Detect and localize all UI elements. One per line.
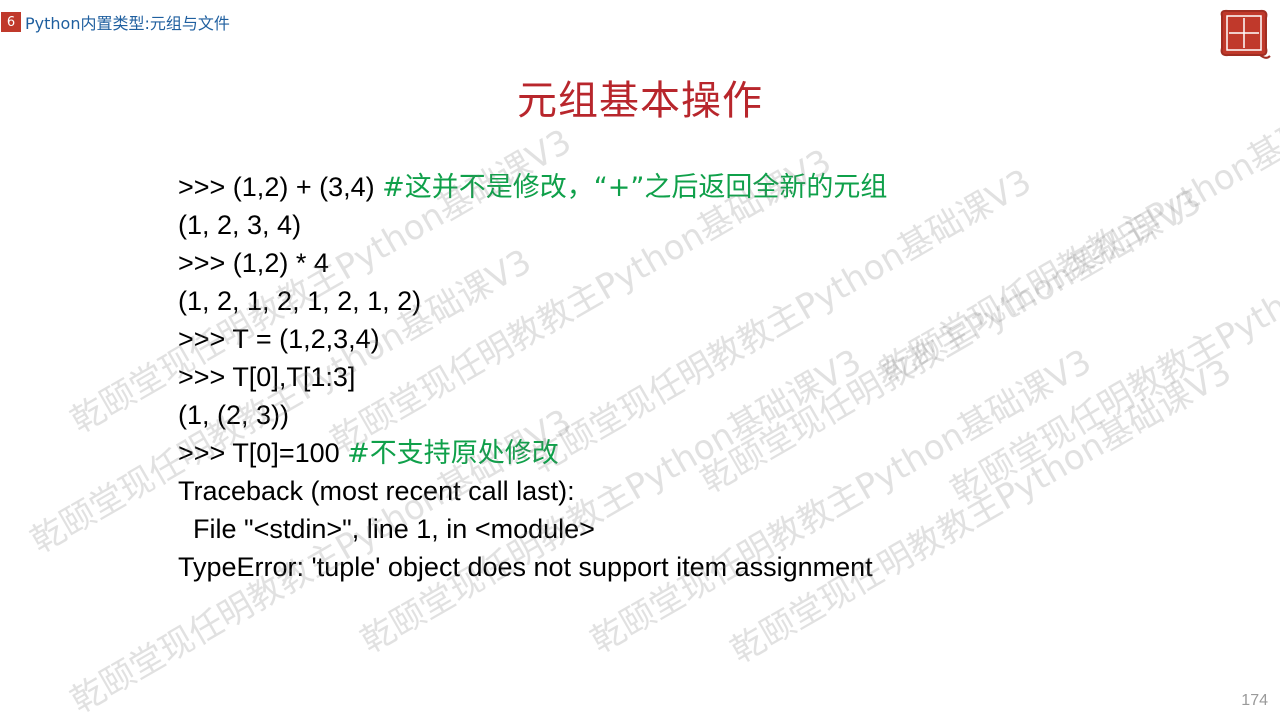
code-line: (1, (2, 3)) (178, 396, 887, 434)
seal-logo-icon (1216, 6, 1272, 62)
code-line: >>> T = (1,2,3,4) (178, 320, 887, 358)
code-block: >>> (1,2) + (3,4) #这并不是修改，“+”之后返回全新的元组 (1… (178, 168, 887, 586)
code-text: >>> T[0]=100 (178, 438, 348, 468)
code-text: >>> (1,2) + (3,4) (178, 172, 383, 202)
code-line: Traceback (most recent call last): (178, 472, 887, 510)
code-text: >>> T = (1,2,3,4) (178, 324, 380, 354)
code-line: >>> (1,2) * 4 (178, 244, 887, 282)
code-text: (1, 2, 3, 4) (178, 210, 302, 240)
watermark-text: 乾颐堂现任明教教主Python基础课V3 (944, 191, 1280, 512)
code-text: (1, 2, 1, 2, 1, 2, 1, 2) (178, 286, 422, 316)
slide-header: 6 Python内置类型:元组与文件 (0, 10, 230, 34)
code-text: File "<stdin>", line 1, in <module> (178, 514, 595, 544)
code-line: File "<stdin>", line 1, in <module> (178, 510, 887, 548)
code-text: (1, (2, 3)) (178, 400, 290, 430)
code-line: (1, 2, 1, 2, 1, 2, 1, 2) (178, 282, 887, 320)
code-comment: #这并不是修改，“+”之后返回全新的元组 (382, 172, 888, 203)
code-line: (1, 2, 3, 4) (178, 206, 887, 244)
code-text: >>> T[0],T[1:3] (178, 362, 356, 392)
page-number: 174 (1241, 692, 1268, 709)
code-line: TypeError: 'tuple' object does not suppo… (178, 548, 887, 586)
code-text: TypeError: 'tuple' object does not suppo… (178, 552, 873, 582)
code-line: >>> T[0]=100 #不支持原处修改 (178, 434, 887, 472)
section-title: Python内置类型:元组与文件 (25, 14, 230, 33)
code-line: >>> (1,2) + (3,4) #这并不是修改，“+”之后返回全新的元组 (178, 168, 887, 206)
code-line: >>> T[0],T[1:3] (178, 358, 887, 396)
code-comment: #不支持原处修改 (347, 438, 559, 469)
chapter-badge: 6 (1, 12, 21, 32)
code-text: >>> (1,2) * 4 (178, 248, 329, 278)
code-text: Traceback (most recent call last): (178, 476, 575, 506)
slide-title: 元组基本操作 (517, 78, 763, 124)
